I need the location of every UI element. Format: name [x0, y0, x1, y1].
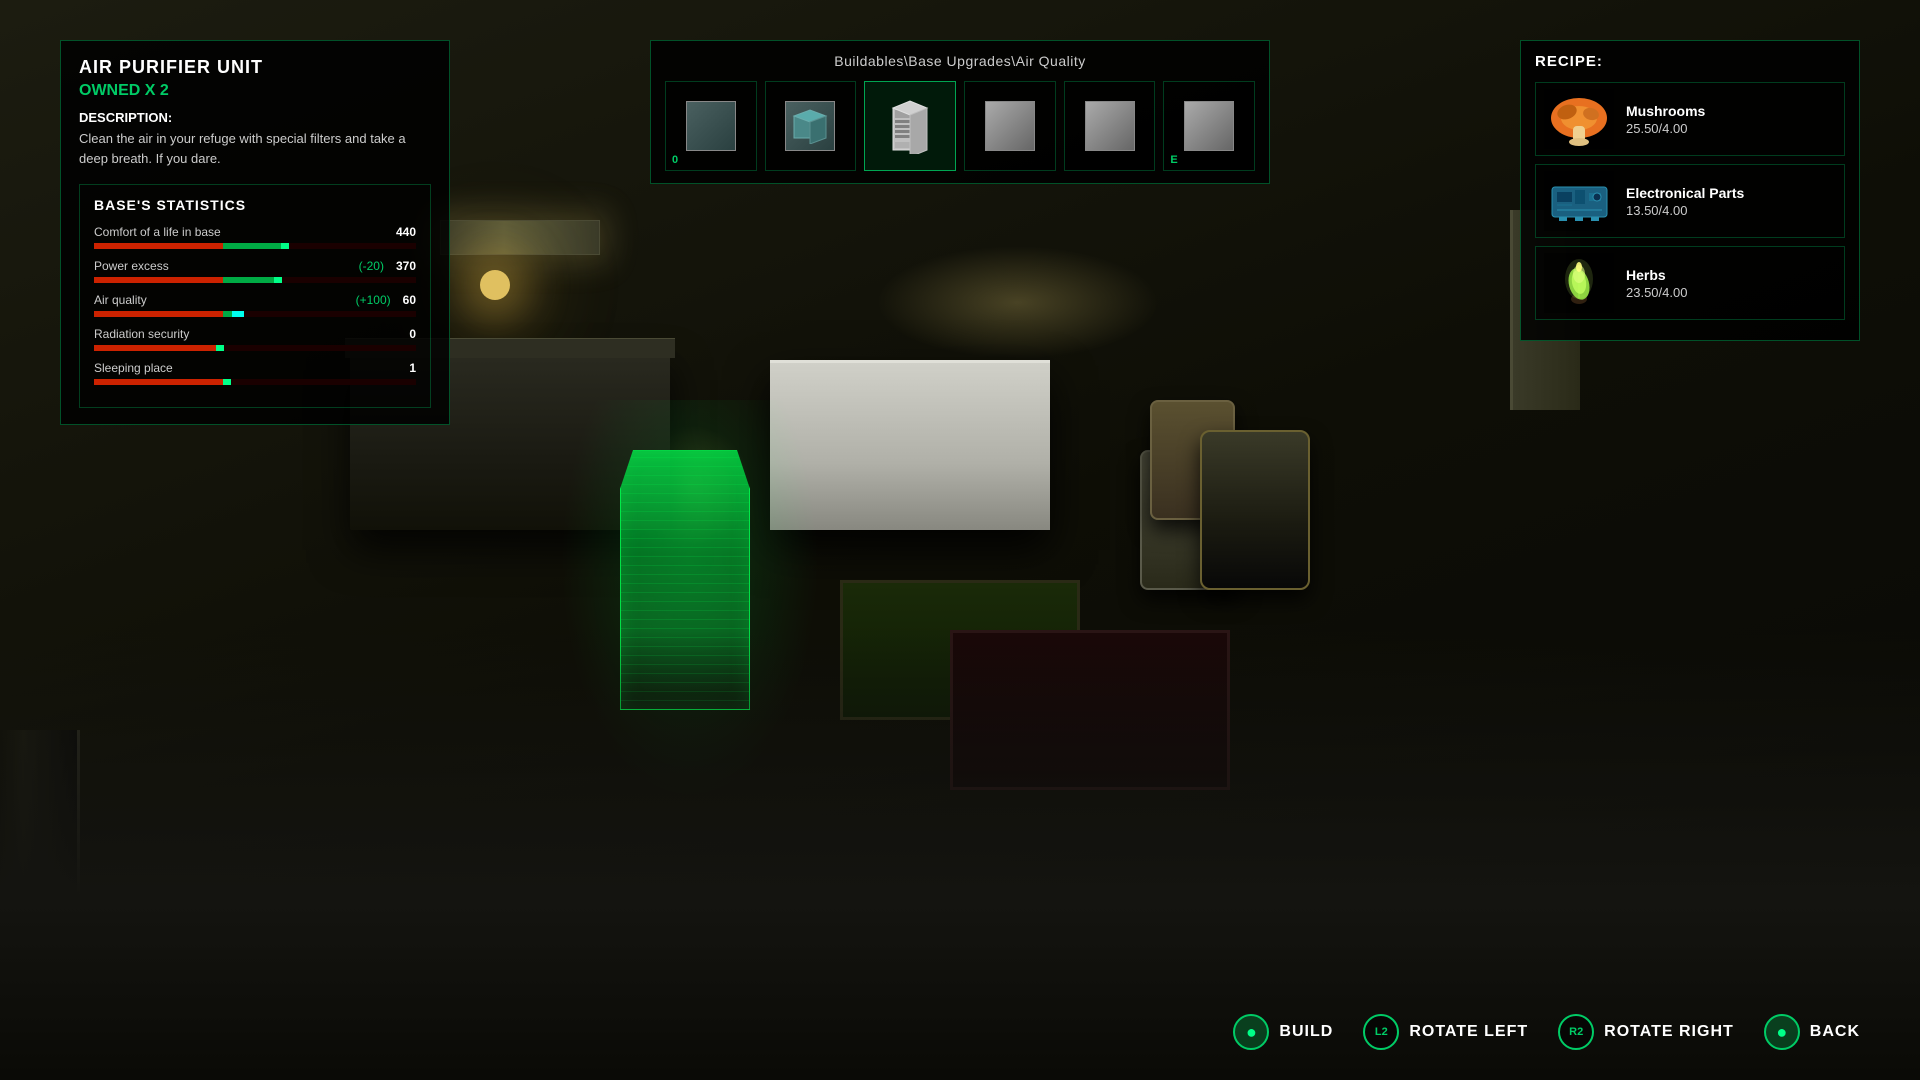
stats-section: BASE'S STATISTICS Comfort of a life in b…: [79, 184, 431, 408]
recipe-info-electronics: Electronical Parts 13.50/4.00: [1626, 185, 1836, 218]
stat-row-air: Air quality (+100) 60: [94, 293, 416, 317]
recipe-info-herbs: Herbs 23.50/4.00: [1626, 267, 1836, 300]
buildable-icon-4: [985, 101, 1035, 151]
bar-highlight-power: [274, 277, 282, 283]
description-label: DESCRIPTION:: [79, 110, 431, 125]
stat-bar-air: [94, 311, 416, 317]
rotate-right-button[interactable]: R2 ROTATE RIGHT: [1558, 1014, 1734, 1050]
stat-value-air: 60: [403, 293, 416, 307]
build-button[interactable]: ● BUILD: [1233, 1014, 1333, 1050]
stat-bar-power: [94, 277, 416, 283]
buildable-key-6: E: [1170, 154, 1177, 166]
electronics-image: [1544, 171, 1614, 231]
buildable-item-4[interactable]: [964, 81, 1056, 171]
build-label: BUILD: [1279, 1023, 1333, 1041]
back-label: BACK: [1810, 1023, 1860, 1041]
buildable-icon-5: [1085, 101, 1135, 151]
action-bar: ● BUILD L2 ROTATE LEFT R2 ROTATE RIGHT ●…: [1233, 1014, 1860, 1050]
stat-bar-radiation: [94, 345, 416, 351]
stat-value-sleeping: 1: [409, 361, 416, 375]
box-icon-svg: [790, 108, 830, 144]
buildable-item-1[interactable]: 0: [665, 81, 757, 171]
recipe-amount-herbs: 23.50/4.00: [1626, 285, 1836, 300]
buildable-item-3[interactable]: [864, 81, 956, 171]
buildable-icon-2: [785, 101, 835, 151]
stat-name-comfort: Comfort of a life in base: [94, 225, 221, 239]
description-text: Clean the air in your refuge with specia…: [79, 129, 431, 168]
item-info-panel: AIR PURIFIER UNIT OWNED X 2 DESCRIPTION:…: [60, 40, 450, 425]
buildable-grid: 0: [665, 81, 1255, 171]
bar-highlight-sleep: [223, 379, 231, 385]
stat-bar-sleeping: [94, 379, 416, 385]
rotate-left-button[interactable]: L2 ROTATE LEFT: [1363, 1014, 1528, 1050]
recipe-panel: RECIPE: Mushrooms 25.50/4.00: [1520, 40, 1860, 341]
rotate-left-label: ROTATE LEFT: [1409, 1023, 1528, 1041]
stat-row-radiation: Radiation security 0: [94, 327, 416, 351]
item-owned: OWNED X 2: [79, 82, 431, 100]
recipe-info-mushrooms: Mushrooms 25.50/4.00: [1626, 103, 1836, 136]
stat-name-sleeping: Sleeping place: [94, 361, 173, 375]
herbs-image: [1544, 253, 1614, 313]
breadcrumb: Buildables\Base Upgrades\Air Quality: [665, 53, 1255, 69]
buildable-icon-3: [885, 98, 935, 154]
buildables-panel: Buildables\Base Upgrades\Air Quality 0: [650, 40, 1270, 184]
rotate-left-btn-circle[interactable]: L2: [1363, 1014, 1399, 1050]
barrel-large: [1200, 430, 1310, 590]
build-btn-circle[interactable]: ●: [1233, 1014, 1269, 1050]
stat-row-sleeping: Sleeping place 1: [94, 361, 416, 385]
recipe-item-electronics: Electronical Parts 13.50/4.00: [1535, 164, 1845, 238]
bar-highlight-rad: [216, 345, 224, 351]
bar-red: [94, 243, 223, 249]
bar-green-power: [223, 277, 281, 283]
recipe-amount-electronics: 13.50/4.00: [1626, 203, 1836, 218]
stat-bar-comfort: [94, 243, 416, 249]
bar-red-power: [94, 277, 223, 283]
recipe-name-herbs: Herbs: [1626, 267, 1836, 283]
stat-name-air: Air quality: [94, 293, 147, 307]
stat-value-radiation: 0: [409, 327, 416, 341]
recipe-amount-mushrooms: 25.50/4.00: [1626, 121, 1836, 136]
buildable-item-6[interactable]: E: [1163, 81, 1255, 171]
stat-name-radiation: Radiation security: [94, 327, 189, 341]
recipe-name-electronics: Electronical Parts: [1626, 185, 1836, 201]
stat-value-power: 370: [396, 259, 416, 273]
stat-name-power: Power excess: [94, 259, 169, 273]
bar-red-sleep: [94, 379, 223, 385]
mushroom-svg: [1547, 90, 1612, 148]
item-name: AIR PURIFIER UNIT: [79, 57, 431, 78]
stats-title: BASE'S STATISTICS: [94, 197, 416, 213]
electronics-svg: [1547, 172, 1612, 230]
purifier-icon-svg: [885, 98, 935, 154]
bar-highlight: [281, 243, 289, 249]
recipe-title: RECIPE:: [1535, 53, 1845, 70]
desk-lamp-light: [480, 270, 510, 300]
stat-row-comfort: Comfort of a life in base 440: [94, 225, 416, 249]
rotate-right-label: ROTATE RIGHT: [1604, 1023, 1734, 1041]
recipe-item-herbs: Herbs 23.50/4.00: [1535, 246, 1845, 320]
white-table: [770, 360, 1050, 530]
stat-row-power: Power excess (-20) 370: [94, 259, 416, 283]
buildable-icon-1: [686, 101, 736, 151]
buildable-item-5[interactable]: [1064, 81, 1156, 171]
herbs-svg: [1547, 254, 1612, 312]
bar-highlight-air: [232, 311, 244, 317]
bar-red-air: [94, 311, 223, 317]
bar-green: [223, 243, 287, 249]
recipe-name-mushrooms: Mushrooms: [1626, 103, 1836, 119]
back-button[interactable]: ● BACK: [1764, 1014, 1860, 1050]
stat-modifier-air: (+100): [356, 293, 391, 307]
buildable-icon-6: [1184, 101, 1234, 151]
mushroom-image: [1544, 89, 1614, 149]
recipe-item-mushrooms: Mushrooms 25.50/4.00: [1535, 82, 1845, 156]
buildable-key-1: 0: [672, 154, 678, 166]
back-btn-circle[interactable]: ●: [1764, 1014, 1800, 1050]
ceiling-light-fixture: [440, 220, 600, 255]
stat-value-comfort: 440: [396, 225, 416, 239]
rotate-right-btn-circle[interactable]: R2: [1558, 1014, 1594, 1050]
floor-layer: [0, 630, 1920, 1080]
stat-modifier-power: (-20): [359, 259, 384, 273]
bar-red-rad: [94, 345, 223, 351]
buildable-item-2[interactable]: [765, 81, 857, 171]
